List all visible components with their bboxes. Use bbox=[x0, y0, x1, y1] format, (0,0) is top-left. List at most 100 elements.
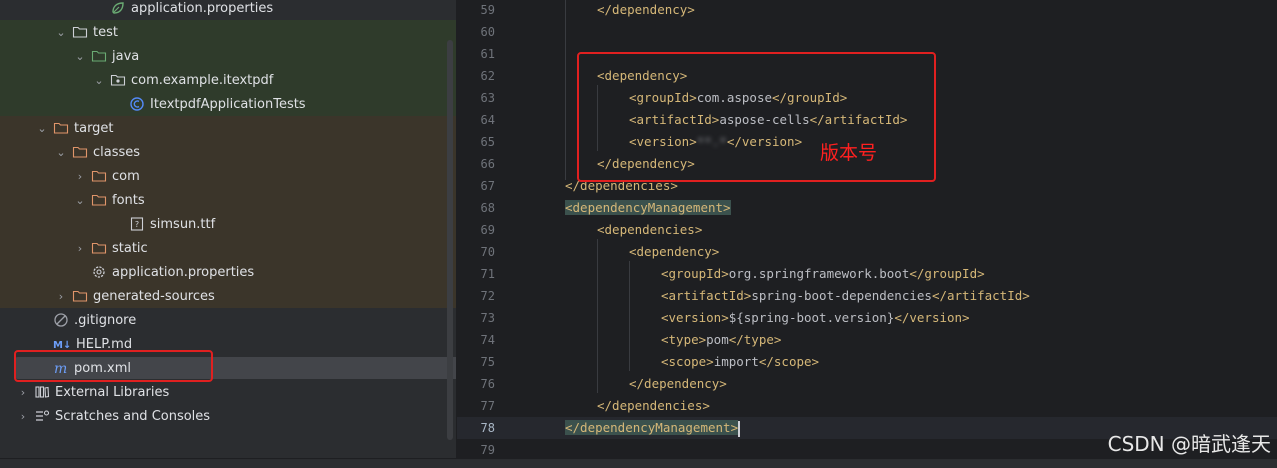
tree-item-label: application.properties bbox=[112, 264, 255, 280]
tree-item-com[interactable]: › com bbox=[0, 164, 456, 188]
line-number: 68 bbox=[480, 201, 495, 215]
tree-item-label: simsun.ttf bbox=[150, 216, 216, 232]
code-line: <dependencies> bbox=[597, 222, 703, 237]
folder-icon bbox=[91, 168, 107, 184]
line-number: 76 bbox=[480, 377, 495, 391]
tree-item-gitignore[interactable]: › .gitignore bbox=[0, 308, 456, 332]
tree-item-label: static bbox=[112, 240, 148, 256]
text-caret bbox=[738, 420, 741, 437]
line-number: 74 bbox=[480, 333, 495, 347]
chevron-right-icon[interactable]: › bbox=[73, 170, 87, 183]
test-class-icon bbox=[129, 96, 145, 112]
tree-item-java[interactable]: ⌄ java bbox=[0, 44, 456, 68]
tree-item-classes[interactable]: ⌄ classes bbox=[0, 140, 456, 164]
code-line: </dependencies> bbox=[597, 398, 710, 413]
version-annotation: 版本号 bbox=[820, 142, 878, 164]
code-line: <artifactId>spring-boot-dependencies</ar… bbox=[661, 288, 1030, 303]
matched-tag-highlight: <dependencyManagement> bbox=[565, 200, 731, 215]
line-number: 63 bbox=[480, 91, 495, 105]
svg-text:?: ? bbox=[135, 220, 139, 229]
code-line: </dependency> bbox=[629, 376, 727, 391]
tree-scrollbar[interactable] bbox=[447, 40, 453, 440]
tree-item-external-libraries[interactable]: › External Libraries bbox=[0, 380, 456, 404]
line-number: 59 bbox=[480, 3, 495, 17]
package-icon bbox=[110, 72, 126, 88]
code-line: <groupId>org.springframework.boot</group… bbox=[661, 266, 985, 281]
folder-icon bbox=[91, 192, 107, 208]
line-number: 64 bbox=[480, 113, 495, 127]
tree-item-label: java bbox=[112, 48, 140, 64]
chevron-right-icon[interactable]: › bbox=[16, 410, 30, 423]
font-file-icon: ? bbox=[129, 216, 145, 232]
line-number: 70 bbox=[480, 245, 495, 259]
line-number: 65 bbox=[480, 135, 495, 149]
tree-item-scratches[interactable]: › Scratches and Consoles bbox=[0, 404, 456, 428]
chevron-right-icon[interactable]: › bbox=[16, 386, 30, 399]
line-number: 77 bbox=[480, 399, 495, 413]
tree-item-simsun[interactable]: › ? simsun.ttf bbox=[0, 212, 456, 236]
test-source-folder-icon bbox=[91, 48, 107, 64]
tree-item-application-properties-target[interactable]: › application.properties bbox=[0, 260, 456, 284]
gear-properties-icon bbox=[91, 264, 107, 280]
line-number: 67 bbox=[480, 179, 495, 193]
tree-item-label: classes bbox=[93, 144, 141, 160]
tree-item-label: .gitignore bbox=[74, 312, 137, 328]
chevron-down-icon[interactable]: ⌄ bbox=[54, 146, 68, 159]
csdn-watermark: CSDN @暗武逢天 bbox=[1107, 432, 1271, 456]
line-number: 71 bbox=[480, 267, 495, 281]
line-number: 62 bbox=[480, 69, 495, 83]
tree-item-label: Scratches and Consoles bbox=[55, 408, 211, 424]
project-tree-panel: › application.properties ⌄ test ⌄ java ⌄… bbox=[0, 0, 456, 458]
chevron-down-icon[interactable]: ⌄ bbox=[92, 74, 106, 87]
line-number: 60 bbox=[480, 25, 495, 39]
matched-tag-highlight: </dependencyManagement> bbox=[565, 420, 739, 435]
tree-item-generated-sources[interactable]: › generated-sources bbox=[0, 284, 456, 308]
tree-item-target[interactable]: ⌄ target bbox=[0, 116, 456, 140]
tree-item-label: generated-sources bbox=[93, 288, 215, 304]
code-line-current: </dependencyManagement> bbox=[533, 417, 741, 439]
code-line: <dependency> bbox=[629, 244, 720, 259]
chevron-down-icon[interactable]: ⌄ bbox=[35, 122, 49, 135]
scratches-icon bbox=[34, 408, 50, 424]
chevron-right-icon[interactable]: › bbox=[73, 242, 87, 255]
line-number: 73 bbox=[480, 311, 495, 325]
gitignore-icon bbox=[53, 312, 69, 328]
tree-item-label: External Libraries bbox=[55, 384, 170, 400]
line-number-current: 78 bbox=[480, 421, 495, 435]
folder-icon bbox=[72, 144, 88, 160]
folder-icon bbox=[53, 120, 69, 136]
tree-item-application-properties-src[interactable]: › application.properties bbox=[0, 0, 456, 20]
folder-icon bbox=[91, 240, 107, 256]
line-number: 72 bbox=[480, 289, 495, 303]
tree-item-package[interactable]: ⌄ com.example.itextpdf bbox=[0, 68, 456, 92]
chevron-down-icon[interactable]: ⌄ bbox=[54, 26, 68, 39]
tree-item-label: test bbox=[93, 24, 118, 40]
code-line: </dependency> bbox=[597, 2, 695, 17]
pom-xml-highlight-box bbox=[14, 350, 213, 382]
code-line: <version>${spring-boot.version}</version… bbox=[661, 310, 970, 325]
tree-item-label: ItextpdfApplicationTests bbox=[150, 96, 306, 112]
dependency-highlight-box bbox=[577, 52, 936, 182]
line-number: 61 bbox=[480, 47, 495, 61]
line-number: 69 bbox=[480, 223, 495, 237]
chevron-down-icon[interactable]: ⌄ bbox=[73, 194, 87, 207]
line-number: 79 bbox=[480, 443, 495, 457]
spring-properties-icon bbox=[110, 0, 126, 16]
tree-item-label: target bbox=[74, 120, 114, 136]
folder-icon bbox=[72, 24, 88, 40]
code-line: <dependencyManagement> bbox=[533, 197, 731, 219]
tree-item-test[interactable]: ⌄ test bbox=[0, 20, 456, 44]
tree-item-label: fonts bbox=[112, 192, 145, 208]
tree-item-label: com bbox=[112, 168, 140, 184]
folder-icon bbox=[72, 288, 88, 304]
tree-item-test-class[interactable]: › ItextpdfApplicationTests bbox=[0, 92, 456, 116]
tree-item-label: application.properties bbox=[131, 0, 274, 16]
chevron-right-icon[interactable]: › bbox=[54, 290, 68, 303]
chevron-down-icon[interactable]: ⌄ bbox=[73, 50, 87, 63]
tree-item-static[interactable]: › static bbox=[0, 236, 456, 260]
line-number: 66 bbox=[480, 157, 495, 171]
line-number: 75 bbox=[480, 355, 495, 369]
tree-item-fonts[interactable]: ⌄ fonts bbox=[0, 188, 456, 212]
code-line: <scope>import</scope> bbox=[661, 354, 820, 369]
tree-item-label: com.example.itextpdf bbox=[131, 72, 274, 88]
